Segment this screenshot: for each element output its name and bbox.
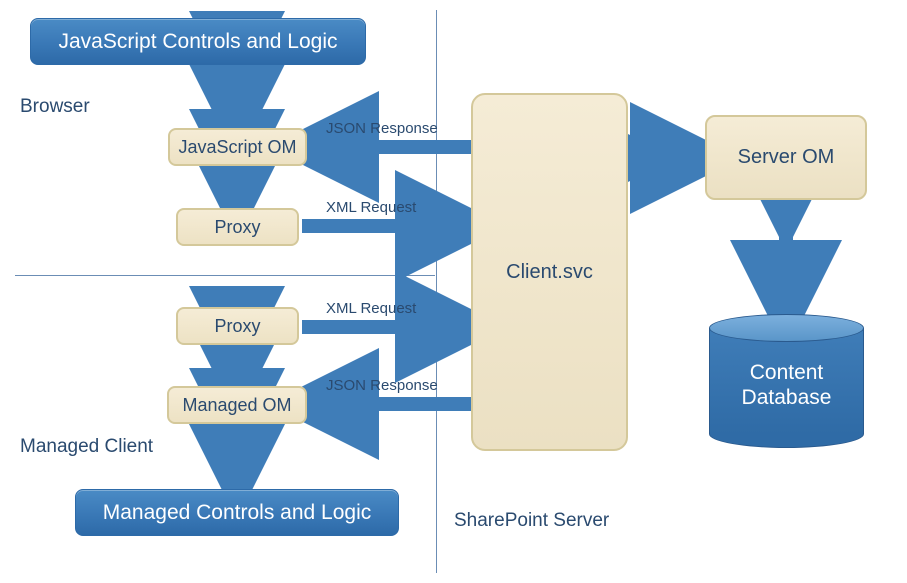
section-label-browser: Browser [20,96,90,118]
content-db-label-line1: Content [750,361,824,384]
node-proxy-bottom: Proxy [176,307,299,345]
section-label-sharepoint-server: SharePoint Server [454,510,609,532]
edge-label-xml-bottom: XML Request [326,300,416,317]
node-content-database: Content Database [709,314,864,449]
node-server-om: Server OM [705,115,867,200]
node-js-om: JavaScript OM [168,128,307,166]
section-label-managed-client: Managed Client [20,436,153,458]
node-managed-om: Managed OM [167,386,307,424]
node-client-svc: Client.svc [471,93,628,451]
edge-label-json-top: JSON Response [326,120,438,137]
node-managed-controls: Managed Controls and Logic [75,489,399,536]
node-proxy-top: Proxy [176,208,299,246]
node-js-controls: JavaScript Controls and Logic [30,18,366,65]
content-db-label-line2: Database [742,386,832,409]
divider-horizontal [15,275,435,276]
edge-label-xml-top: XML Request [326,199,416,216]
divider-vertical [436,10,437,573]
edge-label-json-bottom: JSON Response [326,377,438,394]
